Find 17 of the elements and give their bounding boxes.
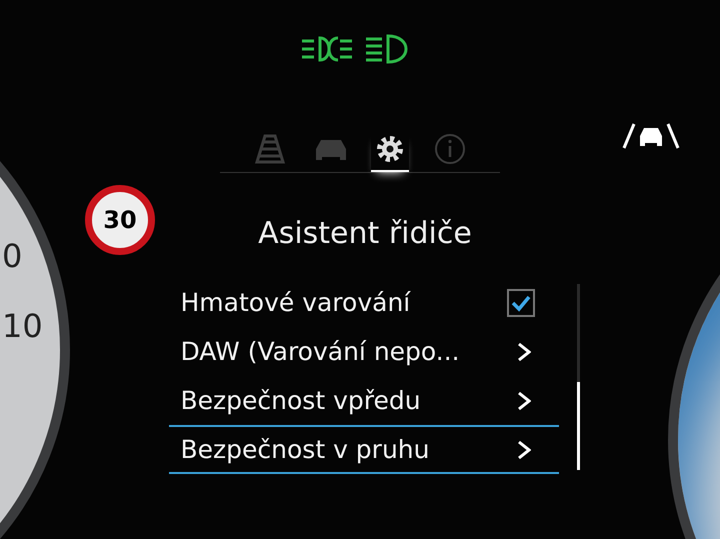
menu-title: Asistent řidiče xyxy=(258,215,472,253)
gauge-number: 0 xyxy=(2,240,24,272)
menu-item[interactable]: Bezpečnost v pruhu xyxy=(168,425,558,474)
menu-item[interactable]: Bezpečnost vpředu xyxy=(168,376,558,425)
menu-item-label: DAW (Varování nepo... xyxy=(180,336,460,368)
menu-item-label: Bezpečnost v pruhu xyxy=(180,434,430,466)
lane-assist-icon xyxy=(622,122,680,150)
gauge-number: 10 xyxy=(2,310,43,342)
menu-item[interactable]: DAW (Varování nepo... xyxy=(168,327,558,376)
chevron-icon xyxy=(516,440,530,460)
speed-limit-sign: 30 xyxy=(85,185,155,255)
chevron-icon xyxy=(516,390,530,410)
menu-item[interactable]: Hmatové varování xyxy=(168,278,558,327)
chevron-icon xyxy=(516,342,530,362)
menu-item-label: Hmatové varování xyxy=(180,286,410,319)
menu-item-label: Bezpečnost vpředu xyxy=(180,384,421,417)
checkbox[interactable] xyxy=(506,288,534,316)
